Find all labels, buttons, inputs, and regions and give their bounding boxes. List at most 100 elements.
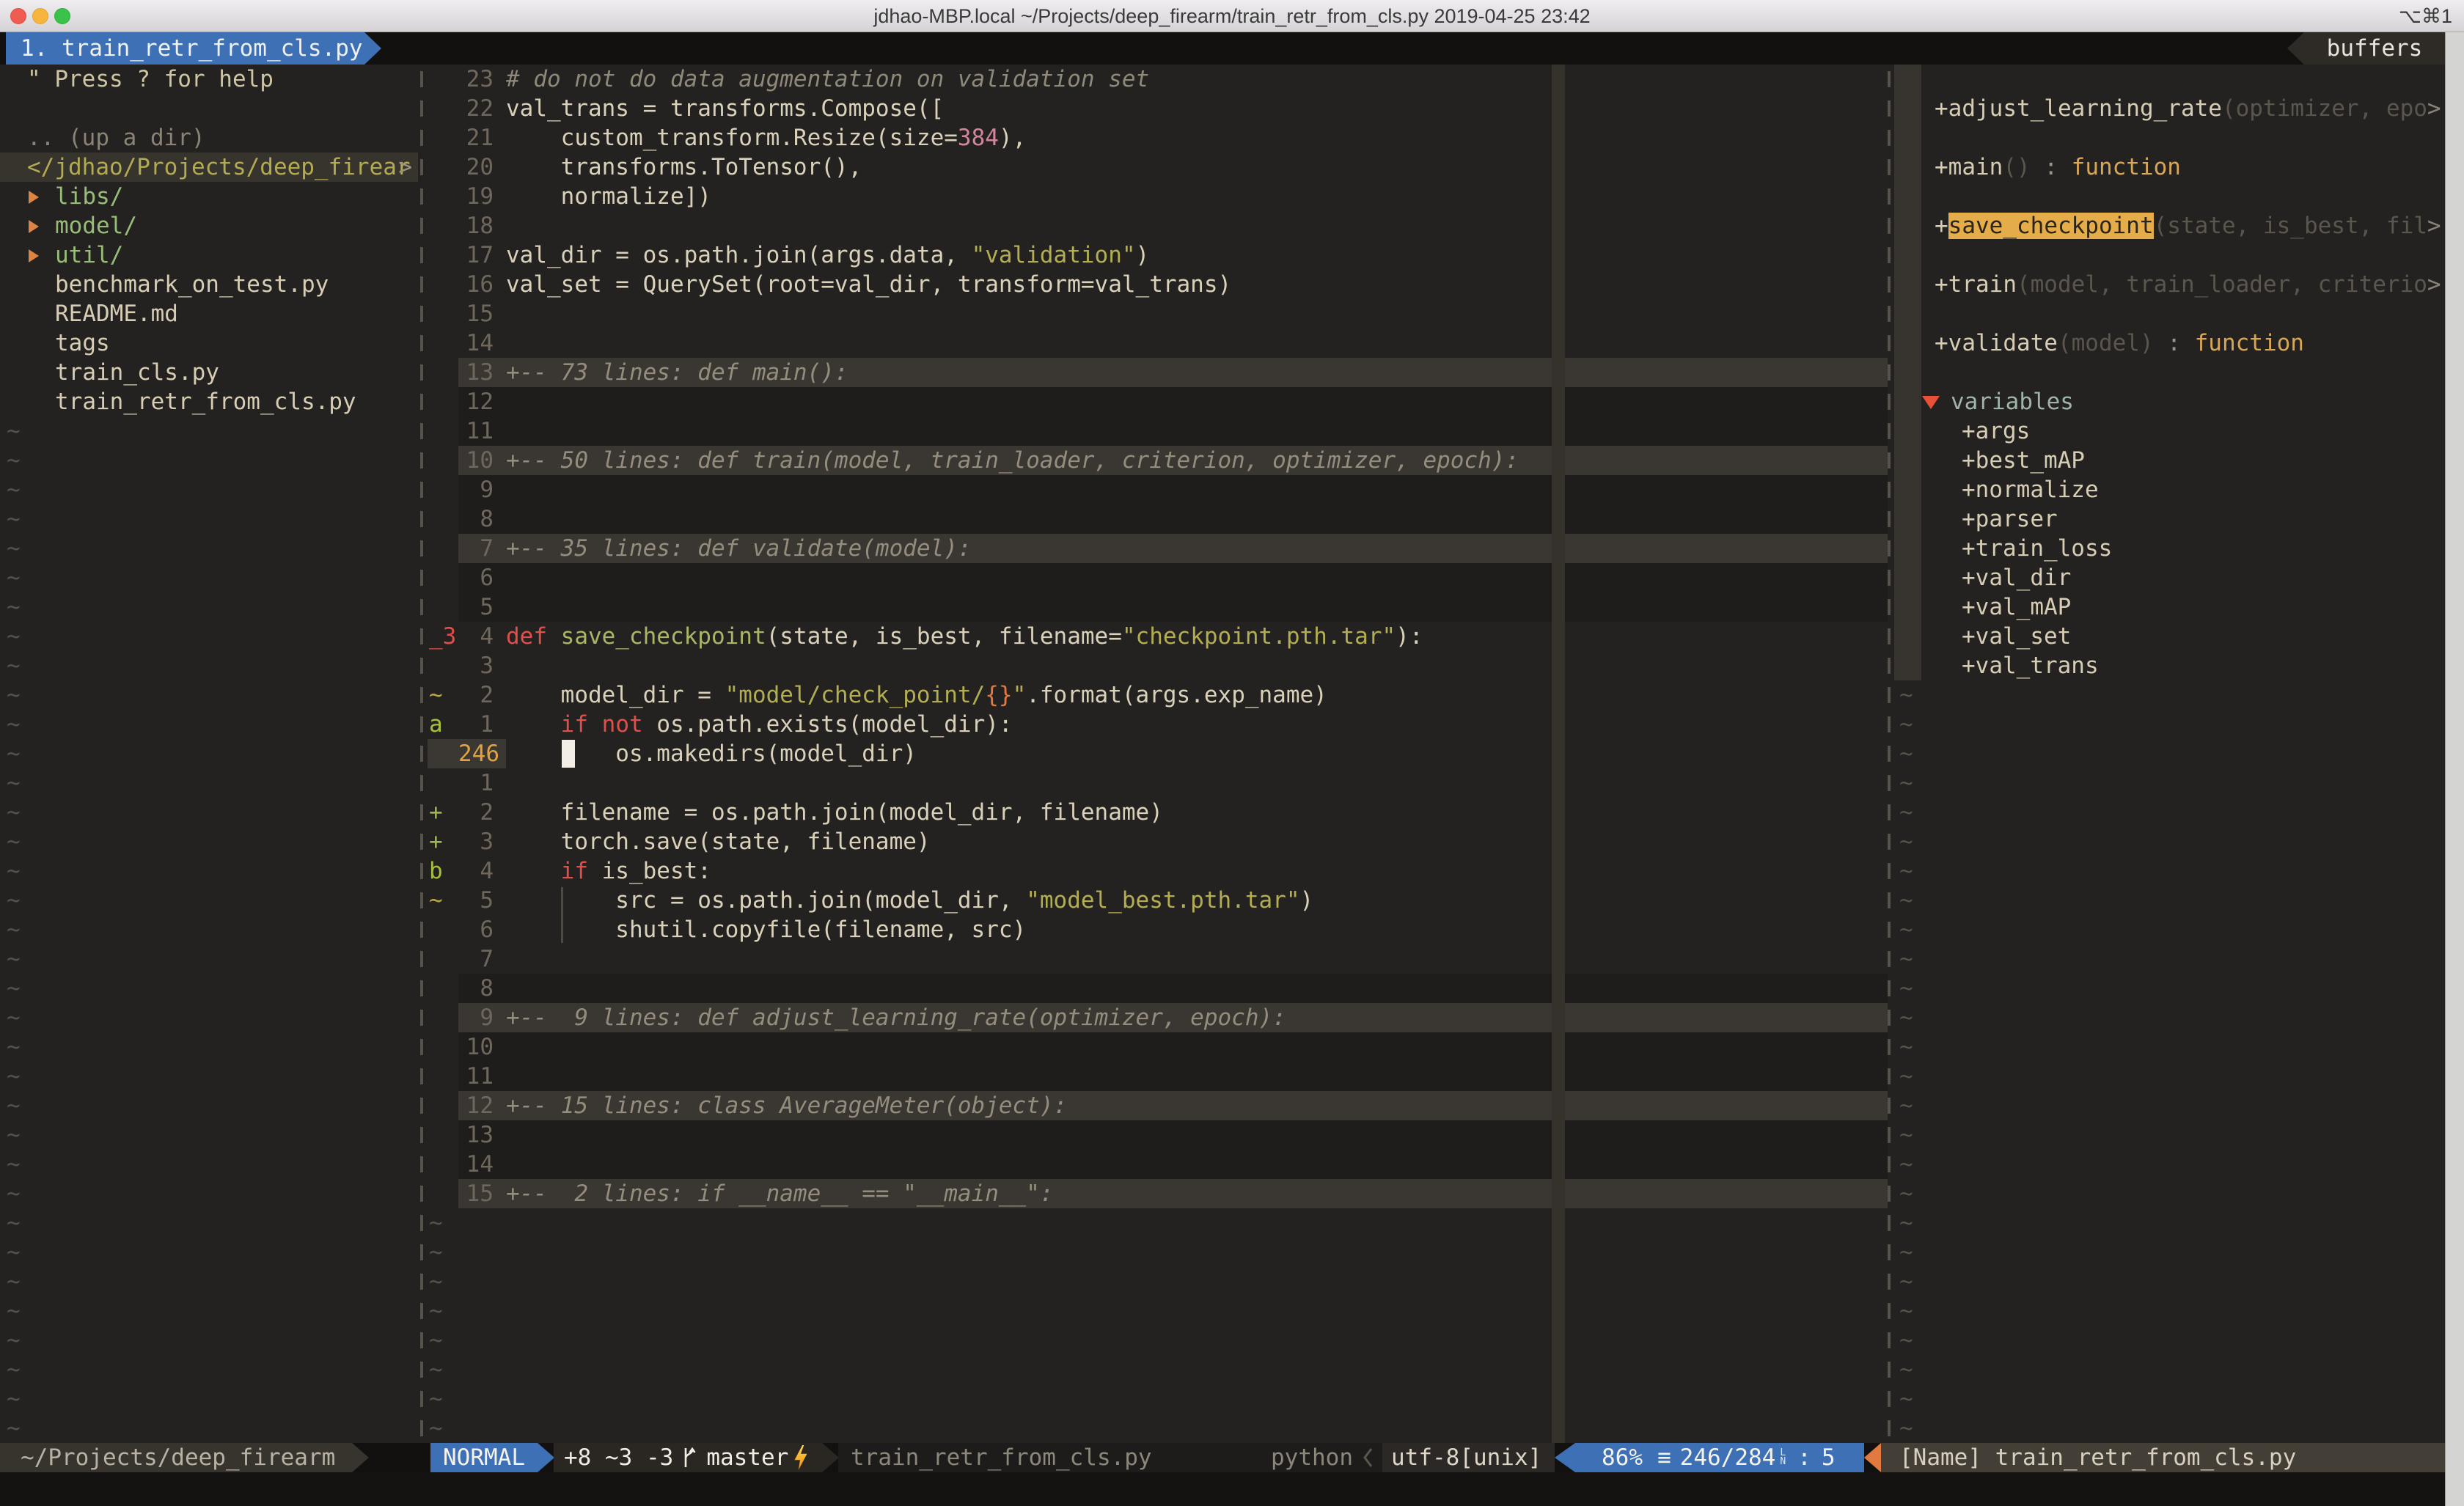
tag-item-val_set[interactable]: +val_set: [1894, 622, 2464, 651]
editor-line[interactable]: ~5 src = os.path.join(model_dir, "model_…: [428, 886, 1888, 915]
tilde-filler-icon: ~: [1899, 1384, 1913, 1414]
editor-line[interactable]: b4 if is_best:: [428, 856, 1888, 886]
editor-line[interactable]: +3 torch.save(state, filename): [428, 827, 1888, 856]
editor-line[interactable]: _34def save_checkpoint(state, is_best, f…: [428, 622, 1888, 651]
command-line[interactable]: [0, 1472, 2464, 1506]
editor-line[interactable]: +2 filename = os.path.join(model_dir, fi…: [428, 798, 1888, 827]
code-text: val_trans = transforms.Compose([: [506, 94, 944, 123]
editor-line[interactable]: 8: [428, 504, 1888, 534]
tag-item-filler: ~: [1894, 1326, 2464, 1355]
terminal-window: jdhao-MBP.local ~/Projects/deep_firearm/…: [0, 0, 2464, 1506]
tree-item-train_retr_from_cls.py[interactable]: train_retr_from_cls.py: [0, 387, 418, 416]
tag-item-val_trans[interactable]: +val_trans: [1894, 651, 2464, 680]
scrollbar[interactable]: [2445, 32, 2464, 1506]
tag-item-save_checkpoint-state-is_bes[interactable]: +save_checkpoint(state, is_best, fil>: [1894, 211, 2464, 240]
editor-line[interactable]: 10: [428, 1032, 1888, 1062]
tag-item-filler: [1894, 65, 2464, 94]
editor-line[interactable]: 13: [428, 1120, 1888, 1150]
titlebar: jdhao-MBP.local ~/Projects/deep_firearm/…: [0, 0, 2464, 32]
line-body: [458, 1384, 1888, 1414]
tag-item-main-function[interactable]: +main() : function: [1894, 153, 2464, 182]
editor-line[interactable]: 11: [428, 416, 1888, 446]
tilde-filler-icon: ~: [1899, 798, 1913, 827]
tag-section-variables[interactable]: variables: [1894, 387, 2464, 416]
line-number: 1: [458, 768, 494, 798]
tree-label: train_retr_from_cls.py: [55, 389, 356, 415]
code-text: val_set = QuerySet(root=val_dir, transfo…: [506, 270, 1231, 299]
tree-item-benchmark_on_test.py[interactable]: benchmark_on_test.py: [0, 270, 418, 299]
tree-item-..-up-a-dir[interactable]: .. (up a dir): [0, 123, 418, 153]
tree-item-press-for-help[interactable]: " Press ? for help: [0, 65, 418, 94]
editor-line[interactable]: 12+-- 15 lines: class AverageMeter(objec…: [428, 1091, 1888, 1120]
editor-line[interactable]: 19 normalize]): [428, 182, 1888, 211]
tree-item-filler: ~: [0, 768, 418, 798]
nerdtree-path-text: ~/Projects/deep_firearm: [21, 1444, 335, 1471]
editor-line[interactable]: 7: [428, 944, 1888, 974]
editor-line[interactable]: 6 shutil.copyfile(filename, src): [428, 915, 1888, 944]
editor-line[interactable]: ~2 model_dir = "model/check_point/{}".fo…: [428, 680, 1888, 710]
editor-line[interactable]: 1: [428, 768, 1888, 798]
editor-line[interactable]: 21 custom_transform.Resize(size=384),: [428, 123, 1888, 153]
editor-line[interactable]: a1 if not os.path.exists(model_dir):: [428, 710, 1888, 739]
tag-item-val_map[interactable]: +val_mAP: [1894, 592, 2464, 622]
tree-item-libs[interactable]: libs/: [0, 182, 418, 211]
tag-item-train-model-train_loader-cri[interactable]: +train(model, train_loader, criterio>: [1894, 270, 2464, 299]
line-body: 20 transforms.ToTensor(),: [458, 153, 1888, 182]
editor-line[interactable]: 5: [428, 592, 1888, 622]
tree-item-util[interactable]: util/: [0, 240, 418, 270]
filename-text: train_retr_from_cls.py: [851, 1444, 1152, 1471]
statusline-nerdtree-path: ~/Projects/deep_firearm: [0, 1443, 352, 1472]
buffers-label[interactable]: buffers: [2303, 32, 2446, 65]
window-separator[interactable]: [1888, 65, 1891, 1443]
tag-item-adjust_learning_rate-optimiz[interactable]: +adjust_learning_rate(optimizer, epo>: [1894, 94, 2464, 123]
sign-column: [428, 768, 458, 798]
editor-line[interactable]: 7+-- 35 lines: def validate(model):: [428, 534, 1888, 563]
editor-line[interactable]: 11: [428, 1062, 1888, 1091]
tree-item-filler: ~: [0, 1296, 418, 1326]
git-stats: +8 ~3 -3: [564, 1443, 673, 1472]
tilde-filler-icon: ~: [7, 416, 21, 446]
tree-item-readme.md[interactable]: README.md: [0, 299, 418, 328]
editor-line[interactable]: 23# do not do data augmentation on valid…: [428, 65, 1888, 94]
lightning-icon: [791, 1445, 810, 1470]
tag-item-parser[interactable]: +parser: [1894, 504, 2464, 534]
tilde-filler-icon: ~: [7, 1296, 21, 1326]
tag-item-validate-model-function[interactable]: +validate(model) : function: [1894, 328, 2464, 358]
tag-item-best_map[interactable]: +best_mAP: [1894, 446, 2464, 475]
editor-line[interactable]: 16val_set = QuerySet(root=val_dir, trans…: [428, 270, 1888, 299]
editor-pane[interactable]: 23# do not do data augmentation on valid…: [428, 65, 1888, 1443]
editor-line[interactable]: 22val_trans = transforms.Compose([: [428, 94, 1888, 123]
tag-item-val_dir[interactable]: +val_dir: [1894, 563, 2464, 592]
editor-line[interactable]: 18: [428, 211, 1888, 240]
editor-line[interactable]: 3: [428, 651, 1888, 680]
editor-line[interactable]: 14: [428, 1150, 1888, 1179]
editor-line[interactable]: 6: [428, 563, 1888, 592]
tilde-filler-icon: ~: [7, 974, 21, 1003]
line-number: 10: [458, 446, 494, 475]
editor-line[interactable]: 20 transforms.ToTensor(),: [428, 153, 1888, 182]
tree-item-filler: ~: [0, 1179, 418, 1208]
editor-line[interactable]: 14: [428, 328, 1888, 358]
sign-column: [428, 416, 458, 446]
editor-line[interactable]: 13+-- 73 lines: def main():: [428, 358, 1888, 387]
tilde-filler-icon: ~: [7, 886, 21, 915]
editor-line[interactable]: 12: [428, 387, 1888, 416]
editor-line[interactable]: 15+-- 2 lines: if __name__ == "__main__"…: [428, 1179, 1888, 1208]
tag-item-train_loss[interactable]: +train_loss: [1894, 534, 2464, 563]
tab-active[interactable]: 1. train_retr_from_cls.py: [6, 32, 364, 65]
editor-line[interactable]: 15: [428, 299, 1888, 328]
editor-line[interactable]: 246 os.makedirs(model_dir): [428, 739, 1888, 768]
tree-item-train_cls.py[interactable]: train_cls.py: [0, 358, 418, 387]
gitgutter-sign-icon: ~: [428, 680, 458, 710]
window-separator[interactable]: [420, 65, 423, 1443]
tag-item-args[interactable]: +args: [1894, 416, 2464, 446]
tree-item-tags[interactable]: tags: [0, 328, 418, 358]
editor-line[interactable]: 8: [428, 974, 1888, 1003]
editor-line[interactable]: 17val_dir = os.path.join(args.data, "val…: [428, 240, 1888, 270]
tag-item-normalize[interactable]: +normalize: [1894, 475, 2464, 504]
editor-line[interactable]: 9: [428, 475, 1888, 504]
tree-item-model[interactable]: model/: [0, 211, 418, 240]
editor-line[interactable]: 9+-- 9 lines: def adjust_learning_rate(o…: [428, 1003, 1888, 1032]
tree-item-jdhao-projects-deep_firear[interactable]: </jdhao/Projects/deep_firear>: [0, 153, 418, 182]
editor-line[interactable]: 10+-- 50 lines: def train(model, train_l…: [428, 446, 1888, 475]
